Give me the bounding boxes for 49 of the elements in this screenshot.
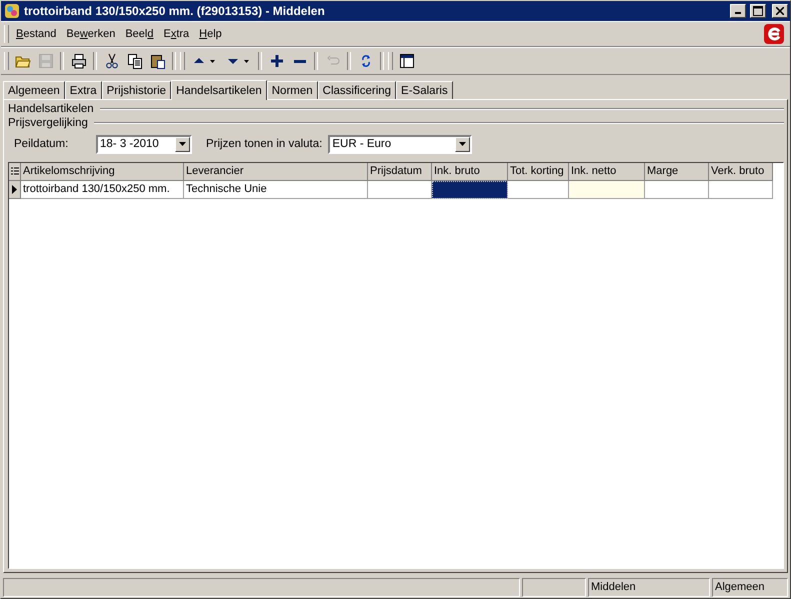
column-header[interactable]: Marge <box>645 163 709 181</box>
menu-item[interactable]: Bestand <box>11 24 62 44</box>
column-header[interactable]: Prijsdatum <box>368 163 432 181</box>
close-icon <box>776 7 784 15</box>
column-header[interactable]: Tot. korting <box>508 163 569 181</box>
tab[interactable]: Normen <box>266 81 318 99</box>
menu-item[interactable]: Extra <box>158 24 194 44</box>
window-title: trottoirband 130/150x250 mm. (f29013153) - Middelen <box>24 4 326 18</box>
column-header[interactable]: Ink. netto <box>569 163 645 181</box>
copy-icon <box>126 53 142 69</box>
column-chooser-icon[interactable] <box>9 163 21 181</box>
caret-icon <box>179 142 186 146</box>
column-header[interactable]: Verk. bruto <box>709 163 773 181</box>
status-text: Algemeen <box>712 578 788 597</box>
minus-icon <box>294 60 306 62</box>
plus-icon <box>268 53 284 69</box>
scissors-icon <box>104 53 120 69</box>
printer-icon <box>70 53 86 69</box>
window-layout-icon <box>398 53 414 69</box>
tab[interactable]: E-Salaris <box>396 81 453 99</box>
minimize-button[interactable] <box>730 4 746 18</box>
field-label: Peildatum: <box>14 138 70 150</box>
date-dropdown[interactable]: 18- 3 -2010 <box>96 134 192 154</box>
column-header[interactable]: Artikelomschrijving <box>21 163 184 181</box>
maximize-button[interactable] <box>750 4 766 18</box>
menu-item[interactable]: Bewerken <box>61 24 120 44</box>
menu-item[interactable]: Help <box>194 24 227 44</box>
column-header[interactable]: Leverancier <box>184 163 368 181</box>
caret-icon <box>459 142 466 146</box>
app-logo-icon <box>764 24 784 44</box>
maximize-icon <box>753 6 763 16</box>
tab[interactable]: Extra <box>64 81 102 99</box>
status-text: Middelen <box>588 578 710 597</box>
tab[interactable]: Prijshistorie <box>102 81 172 99</box>
table-cell: trottoirband 130/150x250 mm. <box>21 181 184 199</box>
table-cell: Technische Unie <box>184 181 368 199</box>
tab[interactable]: Handelsartikelen <box>171 80 267 100</box>
menu-item[interactable]: Beeld <box>120 24 158 44</box>
field-label: Prijzen tonen in valuta: <box>206 138 322 150</box>
tab[interactable]: Classificering <box>318 81 396 99</box>
clipboard-icon <box>150 53 166 69</box>
section-heading: Prijsvergelijking <box>8 117 88 129</box>
app-icon <box>4 3 20 19</box>
column-header[interactable]: Ink. bruto <box>432 163 508 181</box>
tab[interactable]: Algemeen <box>3 81 65 99</box>
section-heading: Handelsartikelen <box>8 103 94 115</box>
currency-dropdown[interactable]: EUR - Euro <box>328 134 472 154</box>
close-button[interactable] <box>772 4 788 18</box>
status-panel <box>522 578 586 597</box>
